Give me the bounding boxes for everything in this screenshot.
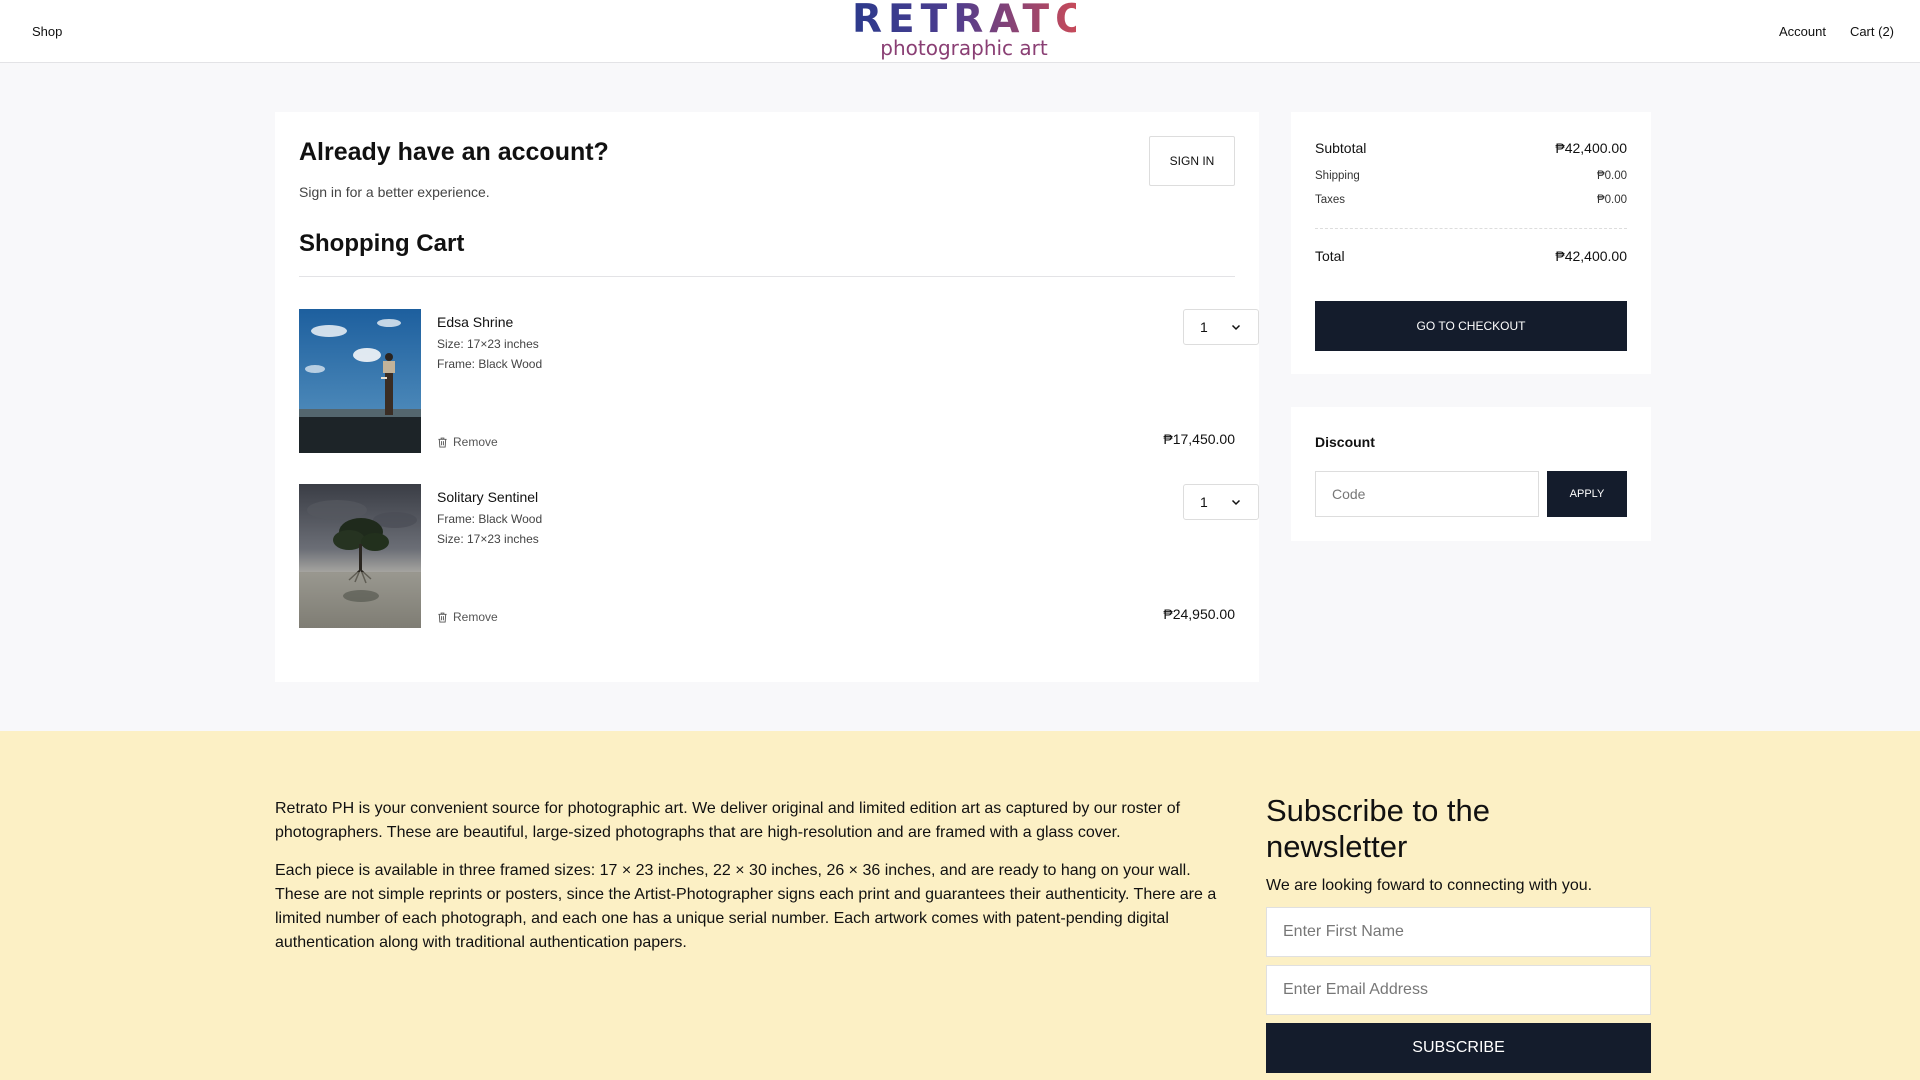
remove-item-button[interactable]: Remove xyxy=(437,435,498,449)
discount-title: Discount xyxy=(1315,434,1375,450)
shopping-cart-title: Shopping Cart xyxy=(299,230,465,257)
summary-divider xyxy=(1315,228,1627,229)
go-to-checkout-button[interactable]: GO TO CHECKOUT xyxy=(1315,301,1627,351)
cart-item-price: ₱24,950.00 xyxy=(1163,606,1235,622)
cart-item: Solitary Sentinel Frame: Black Wood Size… xyxy=(299,484,1259,628)
account-prompt-subtitle: Sign in for a better experience. xyxy=(299,184,490,200)
cart-panel: Already have an account? Sign in for a b… xyxy=(275,112,1259,682)
nav-cart-link[interactable]: Cart (2) xyxy=(1850,24,1894,39)
cart-item-name[interactable]: Edsa Shrine xyxy=(437,314,513,330)
cart-divider xyxy=(299,276,1235,277)
logo-wordmark: RETRATO xyxy=(852,0,1095,42)
taxes-row: Taxes ₱0.00 xyxy=(1315,194,1627,206)
cart-item: Edsa Shrine Size: 17×23 inches Frame: Bl… xyxy=(299,309,1259,453)
about-paragraph: Retrato PH is your convenient source for… xyxy=(275,800,1181,841)
nav-account-link[interactable]: Account xyxy=(1779,24,1826,39)
taxes-value: ₱0.00 xyxy=(1596,194,1627,206)
subscribe-button[interactable]: SUBSCRIBE xyxy=(1266,1023,1651,1073)
remove-item-button[interactable]: Remove xyxy=(437,610,498,624)
header-right-nav: Account Cart (2) xyxy=(1779,24,1894,39)
shipping-row: Shipping ₱0.00 xyxy=(1315,170,1627,182)
newsletter-title: Subscribe to the newsletter xyxy=(1266,793,1491,864)
email-input[interactable] xyxy=(1266,965,1651,1015)
quantity-select[interactable]: 1 xyxy=(1183,484,1259,520)
quantity-value: 1 xyxy=(1200,494,1208,510)
about-paragraph: Each piece is available in three framed … xyxy=(275,862,1217,951)
account-prompt-title: Already have an account? xyxy=(299,138,609,166)
quantity-select[interactable]: 1 xyxy=(1183,309,1259,345)
order-summary-panel: Subtotal ₱42,400.00 Shipping ₱0.00 Taxes… xyxy=(1291,112,1651,374)
edsa-shrine-thumbnail[interactable] xyxy=(299,309,421,453)
chevron-down-icon xyxy=(1231,324,1241,331)
first-name-input[interactable] xyxy=(1266,907,1651,957)
cart-item-frame: Frame: Black Wood xyxy=(437,357,543,371)
discount-panel: Discount APPLY xyxy=(1291,407,1651,541)
cart-item-frame: Frame: Black Wood xyxy=(437,512,543,526)
remove-label: Remove xyxy=(453,610,498,624)
subtotal-value: ₱42,400.00 xyxy=(1555,140,1627,156)
total-row: Total ₱42,400.00 xyxy=(1315,248,1627,264)
trash-icon xyxy=(438,612,447,623)
newsletter-subtitle: We are looking foward to connecting with… xyxy=(1266,877,1593,894)
apply-discount-button[interactable]: APPLY xyxy=(1547,471,1627,517)
logo-tagline: photographic art xyxy=(880,36,1048,60)
chevron-down-icon xyxy=(1231,499,1241,506)
cart-item-size: Size: 17×23 inches xyxy=(437,337,539,351)
nav-shop-link[interactable]: Shop xyxy=(32,24,62,39)
site-footer: Retrato PH is your convenient source for… xyxy=(0,731,1920,1080)
site-header: Shop RETRATO photographic art Account Ca… xyxy=(0,0,1920,63)
shipping-label: Shipping xyxy=(1315,170,1360,182)
total-label: Total xyxy=(1315,248,1345,264)
cart-item-name[interactable]: Solitary Sentinel xyxy=(437,489,538,505)
cart-item-size: Size: 17×23 inches xyxy=(437,532,539,546)
quantity-value: 1 xyxy=(1200,319,1208,335)
solitary-sentinel-thumbnail[interactable] xyxy=(299,484,421,628)
subtotal-row: Subtotal ₱42,400.00 xyxy=(1315,140,1627,156)
remove-label: Remove xyxy=(453,435,498,449)
edsa-shrine-image xyxy=(299,309,421,453)
retrato-logo[interactable]: RETRATO photographic art xyxy=(852,0,1095,62)
total-value: ₱42,400.00 xyxy=(1555,248,1627,264)
subtotal-label: Subtotal xyxy=(1315,140,1367,156)
trash-icon xyxy=(438,437,447,448)
discount-code-input[interactable] xyxy=(1315,471,1539,517)
sign-in-button[interactable]: SIGN IN xyxy=(1149,136,1235,186)
solitary-sentinel-image xyxy=(299,484,421,628)
cart-item-price: ₱17,450.00 xyxy=(1163,431,1235,447)
taxes-label: Taxes xyxy=(1315,194,1346,206)
shipping-value: ₱0.00 xyxy=(1596,170,1627,182)
